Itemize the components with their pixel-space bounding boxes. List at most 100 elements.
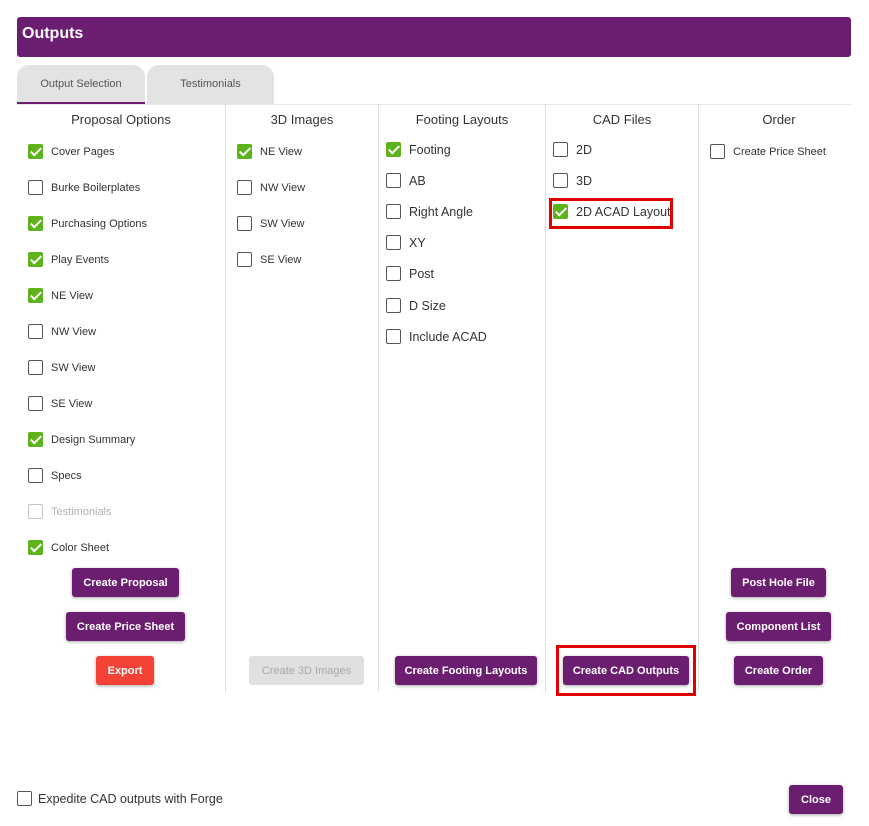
create-proposal-button[interactable]: Create Proposal bbox=[72, 568, 179, 597]
checkbox-box[interactable] bbox=[237, 216, 252, 231]
checkbox-play-events[interactable]: Play Events bbox=[28, 252, 109, 267]
checkbox-label: NW View bbox=[51, 325, 97, 338]
checkbox-label: 3D bbox=[576, 173, 592, 188]
checkbox-box[interactable] bbox=[386, 173, 401, 188]
dialog-title: Outputs bbox=[17, 17, 851, 57]
create-price-sheet-button[interactable]: Create Price Sheet bbox=[66, 612, 185, 641]
export-button[interactable]: Export bbox=[96, 656, 154, 685]
checkbox-2d-acad-layout[interactable]: 2D ACAD Layout bbox=[553, 204, 671, 219]
checkbox-box[interactable] bbox=[28, 324, 43, 339]
checkbox-post[interactable]: Post bbox=[386, 266, 434, 281]
checkbox-box[interactable] bbox=[28, 180, 43, 195]
checkbox-testimonials: Testimonials bbox=[28, 504, 112, 519]
checkbox-label: NE View bbox=[260, 145, 302, 158]
create-order-button[interactable]: Create Order bbox=[734, 656, 823, 685]
checkbox-box[interactable] bbox=[553, 173, 568, 188]
checkbox-label: Expedite CAD outputs with Forge bbox=[38, 791, 223, 806]
checkbox-box[interactable] bbox=[28, 540, 43, 555]
checkbox-label: 2D bbox=[576, 142, 592, 157]
checkbox-label: AB bbox=[409, 173, 426, 188]
checkbox-box[interactable] bbox=[710, 144, 725, 159]
column-divider bbox=[225, 104, 226, 692]
checkbox-3d-se-view[interactable]: SE View bbox=[237, 252, 301, 267]
checkbox-label: Cover Pages bbox=[51, 145, 115, 158]
checkbox-box[interactable] bbox=[237, 144, 252, 159]
create-3d-images-button: Create 3D Images bbox=[249, 656, 364, 685]
checkbox-box[interactable] bbox=[237, 180, 252, 195]
checkbox-box[interactable] bbox=[28, 468, 43, 483]
tab-output-selection[interactable]: Output Selection bbox=[17, 65, 145, 104]
checkbox-box[interactable] bbox=[28, 288, 43, 303]
checkbox-3d-ne-view[interactable]: NE View bbox=[237, 144, 302, 159]
proposal-options-header: Proposal Options bbox=[71, 112, 171, 127]
column-divider bbox=[698, 104, 699, 692]
checkbox-label: D Size bbox=[409, 298, 446, 313]
create-footing-layouts-button[interactable]: Create Footing Layouts bbox=[395, 656, 537, 685]
checkbox-specs[interactable]: Specs bbox=[28, 468, 82, 483]
checkbox-box[interactable] bbox=[553, 142, 568, 157]
checkbox-label: XY bbox=[409, 235, 426, 250]
checkbox-proposal-se-view[interactable]: SE View bbox=[28, 396, 92, 411]
checkbox-label: Color Sheet bbox=[51, 541, 110, 554]
checkbox-proposal-nw-view[interactable]: NW View bbox=[28, 324, 96, 339]
checkbox-2d[interactable]: 2D bbox=[553, 142, 592, 157]
checkbox-label: Specs bbox=[51, 469, 82, 482]
checkbox-label: Include ACAD bbox=[409, 329, 487, 344]
checkbox-box[interactable] bbox=[17, 791, 32, 806]
checkbox-include-acad[interactable]: Include ACAD bbox=[386, 329, 487, 344]
checkbox-label: Right Angle bbox=[409, 204, 473, 219]
checkbox-label: Post bbox=[409, 266, 435, 281]
post-hole-file-button[interactable]: Post Hole File bbox=[731, 568, 826, 597]
checkbox-box[interactable] bbox=[28, 432, 43, 447]
checkbox-box[interactable] bbox=[386, 204, 401, 219]
3d-images-header: 3D Images bbox=[270, 112, 334, 127]
column-divider bbox=[545, 104, 546, 692]
tabs-divider bbox=[17, 104, 851, 105]
checkbox-box[interactable] bbox=[28, 216, 43, 231]
checkbox-box[interactable] bbox=[553, 204, 568, 219]
checkbox-label: Design Summary bbox=[51, 433, 136, 446]
checkbox-box[interactable] bbox=[28, 360, 43, 375]
checkbox-order-create-price-sheet[interactable]: Create Price Sheet bbox=[710, 144, 826, 159]
checkbox-right-angle[interactable]: Right Angle bbox=[386, 204, 473, 219]
checkbox-xy[interactable]: XY bbox=[386, 235, 426, 250]
checkbox-box[interactable] bbox=[237, 252, 252, 267]
checkbox-label: Burke Boilerplates bbox=[51, 181, 141, 194]
checkbox-purchasing-options[interactable]: Purchasing Options bbox=[28, 216, 147, 231]
create-cad-outputs-button[interactable]: Create CAD Outputs bbox=[563, 656, 689, 685]
checkbox-label: SW View bbox=[260, 217, 305, 230]
component-list-button[interactable]: Component List bbox=[726, 612, 831, 641]
checkbox-ab[interactable]: AB bbox=[386, 173, 426, 188]
checkbox-label: SE View bbox=[51, 397, 93, 410]
checkbox-box[interactable] bbox=[28, 144, 43, 159]
checkbox-box[interactable] bbox=[386, 266, 401, 281]
checkbox-proposal-sw-view[interactable]: SW View bbox=[28, 360, 95, 375]
checkbox-footing[interactable]: Footing bbox=[386, 142, 451, 157]
checkbox-box[interactable] bbox=[28, 396, 43, 411]
checkbox-color-sheet[interactable]: Color Sheet bbox=[28, 540, 109, 555]
checkbox-expedite-forge[interactable]: Expedite CAD outputs with Forge bbox=[17, 791, 223, 806]
tab-testimonials[interactable]: Testimonials bbox=[147, 65, 274, 104]
checkbox-3d[interactable]: 3D bbox=[553, 173, 592, 188]
checkbox-design-summary[interactable]: Design Summary bbox=[28, 432, 135, 447]
checkbox-label: NW View bbox=[260, 181, 306, 194]
checkbox-3d-sw-view[interactable]: SW View bbox=[237, 216, 304, 231]
checkbox-box[interactable] bbox=[386, 329, 401, 344]
checkbox-d-size[interactable]: D Size bbox=[386, 298, 446, 313]
order-header: Order bbox=[762, 112, 796, 127]
checkbox-cover-pages[interactable]: Cover Pages bbox=[28, 144, 115, 159]
checkbox-label: Create Price Sheet bbox=[733, 145, 826, 158]
checkbox-box[interactable] bbox=[28, 252, 43, 267]
checkbox-box[interactable] bbox=[386, 235, 401, 250]
checkbox-label: Testimonials bbox=[51, 505, 112, 518]
checkbox-label: NE View bbox=[51, 289, 93, 302]
checkbox-box[interactable] bbox=[386, 298, 401, 313]
checkbox-box[interactable] bbox=[386, 142, 401, 157]
checkbox-label: Footing bbox=[409, 142, 451, 157]
checkbox-3d-nw-view[interactable]: NW View bbox=[237, 180, 305, 195]
close-button[interactable]: Close bbox=[789, 785, 843, 814]
checkbox-burke-boilerplates[interactable]: Burke Boilerplates bbox=[28, 180, 140, 195]
checkbox-proposal-ne-view[interactable]: NE View bbox=[28, 288, 93, 303]
column-divider bbox=[378, 104, 379, 692]
cad-files-header: CAD Files bbox=[592, 112, 652, 127]
